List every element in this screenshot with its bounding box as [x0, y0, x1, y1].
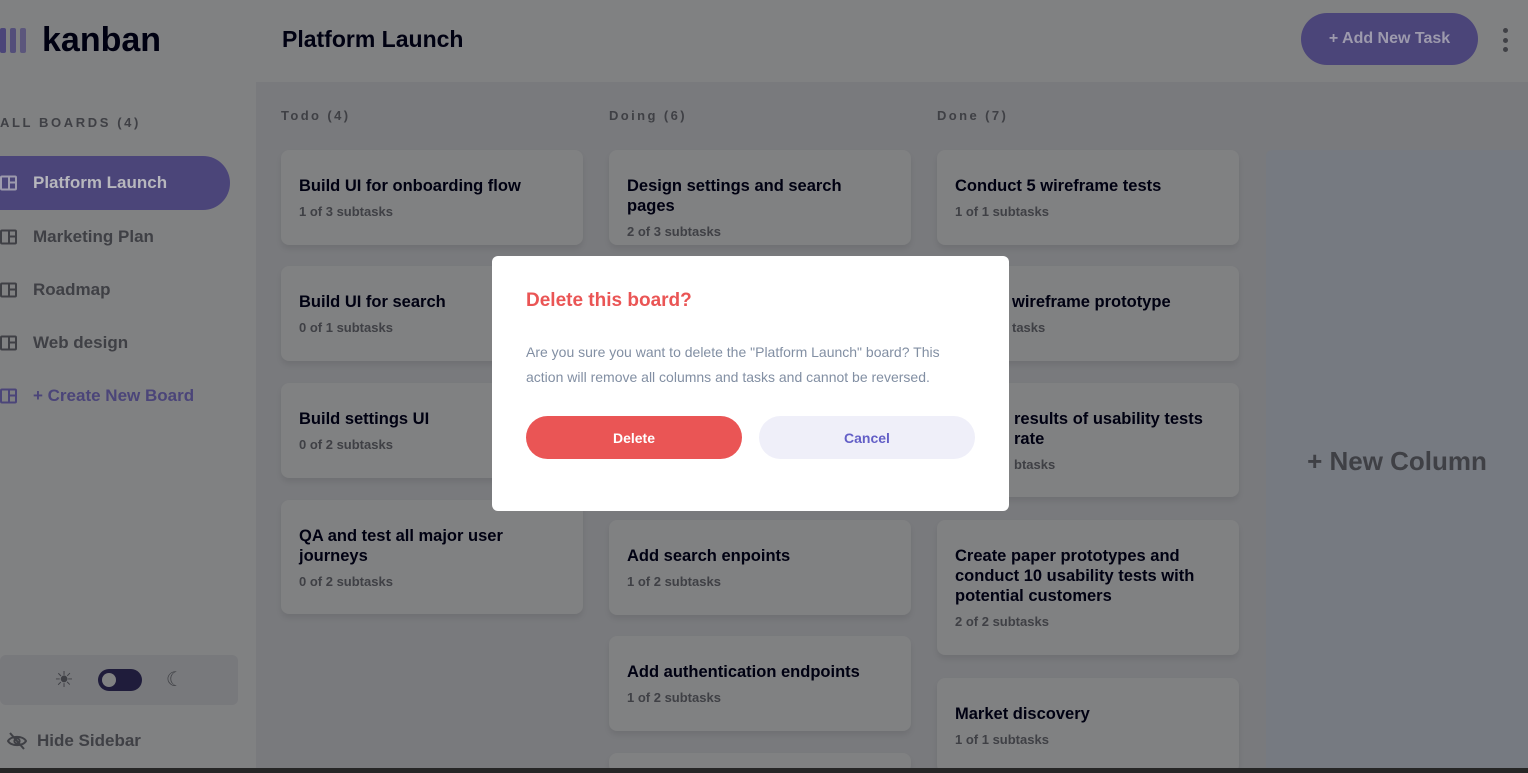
delete-button[interactable]: Delete — [526, 416, 742, 459]
board-icon — [0, 388, 17, 403]
sidebar-item-label: Roadmap — [33, 279, 111, 299]
task-title: Design settings and search pages — [627, 177, 842, 215]
task-title: Create paper prototypes and conduct 10 u… — [955, 547, 1195, 605]
task-subtasks: 1 of 3 subtasks — [299, 204, 393, 219]
theme-toggle[interactable] — [97, 669, 142, 691]
new-column-button[interactable]: + New Column — [1266, 150, 1528, 773]
sidebar-item-label: Platform Launch — [33, 173, 168, 192]
page-title: Platform Launch — [282, 26, 464, 52]
window-bottom-border — [0, 768, 1528, 773]
task-subtasks: 2 of 3 subtasks — [627, 224, 721, 239]
task-title: Market discovery — [955, 705, 1090, 723]
task-title: wireframe prototype — [1012, 293, 1171, 311]
task-card[interactable]: Conduct 5 wireframe tests 1 of 1 subtask… — [937, 150, 1239, 245]
column-header-done: Done (7) — [937, 108, 1009, 123]
sun-icon: ☀ — [54, 667, 74, 692]
sidebar-item-label: Marketing Plan — [33, 226, 154, 246]
board-icon — [0, 282, 17, 297]
logo: kanban — [0, 20, 161, 60]
sidebar-item-label: Web design — [33, 332, 129, 352]
delete-board-dialog: Delete this board? Are you sure you want… — [492, 256, 1009, 511]
task-subtasks: btasks — [1014, 457, 1056, 472]
hide-sidebar-button[interactable]: Hide Sidebar — [7, 728, 141, 754]
task-card[interactable]: Build UI for onboarding flow 1 of 3 subt… — [281, 150, 583, 245]
all-boards-heading: ALL BOARDS (4) — [0, 115, 141, 130]
task-title: Build UI for onboarding flow — [299, 177, 521, 195]
logo-icon — [0, 27, 26, 53]
board-icon — [0, 229, 17, 244]
task-title-line2: rate — [1014, 430, 1045, 448]
task-subtasks: 1 of 2 subtasks — [627, 690, 721, 705]
header: Platform Launch + Add New Task — [256, 0, 1528, 82]
sidebar-item-web-design[interactable]: Web design — [0, 316, 256, 369]
sidebar-item-roadmap[interactable]: Roadmap — [0, 263, 256, 316]
task-card[interactable]: Market discovery 1 of 1 subtasks — [937, 678, 1239, 773]
task-subtasks: 2 of 2 subtasks — [955, 614, 1049, 629]
dialog-title: Delete this board? — [526, 290, 692, 311]
dialog-message: Are you sure you want to delete the "Pla… — [526, 344, 940, 385]
task-title: results of usability tests — [1014, 410, 1203, 428]
task-subtasks: 1 of 2 subtasks — [627, 574, 721, 589]
logo-text: kanban — [42, 20, 162, 59]
hide-sidebar-label: Hide Sidebar — [37, 731, 141, 750]
moon-icon: ☾ — [165, 669, 184, 691]
task-card[interactable]: Add search enpoints 1 of 2 subtasks — [609, 520, 911, 615]
task-subtasks: tasks — [1012, 320, 1046, 335]
column-header-doing: Doing (6) — [609, 108, 687, 123]
task-subtasks: 1 of 1 subtasks — [955, 732, 1049, 747]
task-subtasks: 1 of 1 subtasks — [955, 204, 1049, 219]
create-new-board-button[interactable]: + Create New Board — [0, 369, 256, 422]
cancel-button[interactable]: Cancel — [759, 416, 975, 459]
column-header-todo: Todo (4) — [281, 108, 351, 123]
board-icon — [0, 175, 17, 191]
task-card[interactable]: Add authentication endpoints 1 of 2 subt… — [609, 636, 911, 731]
task-title: Add search enpoints — [627, 547, 791, 565]
task-card[interactable]: Design settings and search pages 2 of 3 … — [609, 150, 911, 245]
dialog-buttons: Delete Cancel — [526, 416, 975, 459]
task-title: QA and test all major user journeys — [299, 527, 503, 565]
task-card[interactable]: Create paper prototypes and conduct 10 u… — [937, 520, 1239, 655]
sidebar-item-platform-launch[interactable]: Platform Launch — [0, 156, 230, 210]
task-title: Conduct 5 wireframe tests — [955, 177, 1162, 195]
board-icon — [0, 335, 17, 350]
task-title: Add authentication endpoints — [627, 663, 860, 681]
board-list: Platform Launch Marketing Plan Roadmap W… — [0, 156, 256, 422]
sidebar: kanban ALL BOARDS (4) Platform Launch Ma… — [0, 0, 256, 773]
sidebar-item-marketing-plan[interactable]: Marketing Plan — [0, 210, 256, 263]
theme-switcher: ☀ ☾ — [0, 655, 238, 705]
eye-slash-icon — [7, 732, 27, 750]
create-board-label: + Create New Board — [33, 385, 195, 405]
task-subtasks: 0 of 2 subtasks — [299, 574, 393, 589]
add-new-task-button[interactable]: + Add New Task — [1301, 13, 1478, 65]
more-options-icon[interactable] — [1502, 28, 1508, 52]
task-card[interactable]: QA and test all major user journeys 0 of… — [281, 500, 583, 614]
